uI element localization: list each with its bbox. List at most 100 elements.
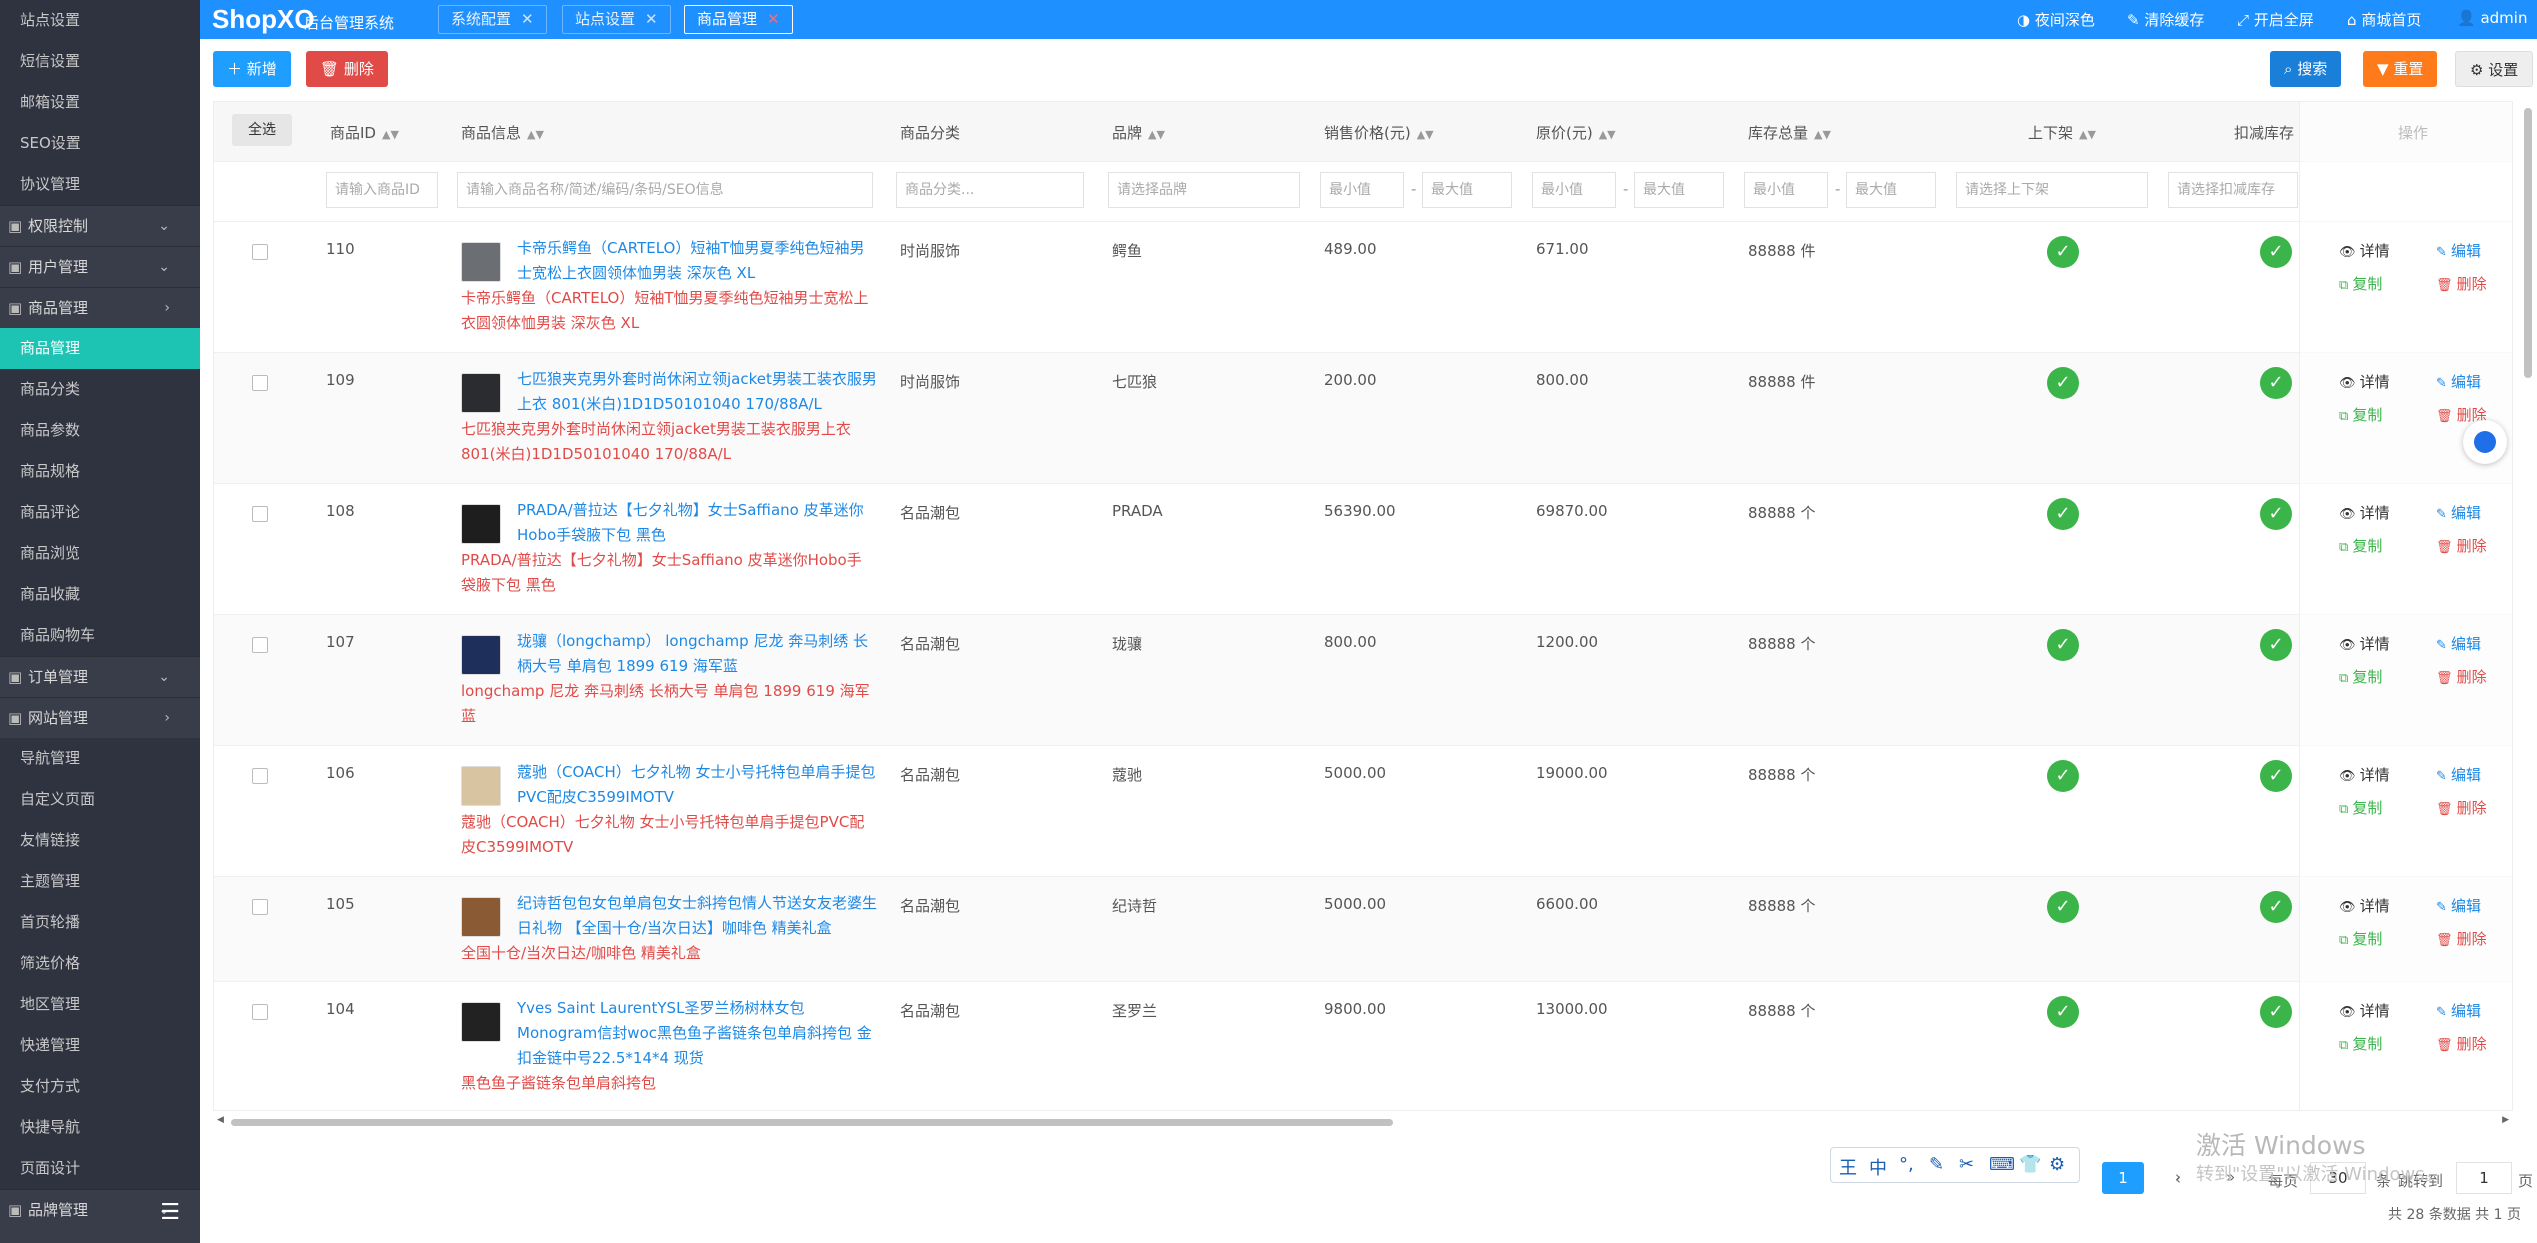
sidebar-group[interactable]: ▣ 用户管理 ⌄ — [0, 246, 200, 287]
skin-icon[interactable]: 👕 — [2019, 1154, 2041, 1175]
row-delete-button[interactable]: 🗑 删除 — [2436, 273, 2487, 294]
sidebar-item[interactable]: 主题管理 — [0, 861, 200, 902]
goods-title-link[interactable]: 七匹狼夹克男外套时尚休闲立领jacket男装工装衣服男上衣 801(米白)1D1… — [517, 367, 877, 417]
copy-button[interactable]: ⧉ 复制 — [2339, 404, 2382, 425]
sidebar-item[interactable]: 首页轮播 — [0, 902, 200, 943]
goods-thumbnail[interactable] — [461, 635, 501, 675]
tab-system-config[interactable]: 系统配置 ✕ — [438, 5, 547, 34]
row-delete-button[interactable]: 🗑 删除 — [2436, 666, 2487, 687]
row-delete-button[interactable]: 🗑 删除 — [2436, 928, 2487, 949]
punctuation-icon[interactable]: °, — [1899, 1154, 1914, 1175]
sidebar-item[interactable]: 商品参数 — [0, 410, 200, 451]
sort-icon[interactable]: ▲▼ — [1599, 128, 1616, 141]
row-checkbox[interactable] — [252, 244, 268, 260]
col-original-price[interactable]: 原价(元) ▲▼ — [1536, 122, 1616, 143]
edit-button[interactable]: ✎ 编辑 — [2436, 895, 2481, 916]
horizontal-scrollbar[interactable]: ◀ ▶ — [213, 1115, 2513, 1127]
sidebar-group[interactable]: ▣ 商品管理 › — [0, 287, 200, 328]
sidebar-item[interactable]: 商品购物车 — [0, 615, 200, 656]
shelf-check-icon[interactable]: ✓ — [2047, 629, 2079, 661]
select-all-button[interactable]: 全选 — [232, 114, 292, 146]
goods-thumbnail[interactable] — [461, 242, 501, 282]
detail-button[interactable]: 👁 详情 — [2339, 240, 2390, 261]
row-checkbox[interactable] — [252, 899, 268, 915]
deduct-check-icon[interactable]: ✓ — [2260, 760, 2292, 792]
chat-float-button[interactable] — [2463, 420, 2507, 464]
detail-button[interactable]: 👁 详情 — [2339, 1000, 2390, 1021]
sidebar-item[interactable]: 商品管理 — [0, 328, 200, 369]
shelf-check-icon[interactable]: ✓ — [2047, 891, 2079, 923]
sidebar-group[interactable]: ▣ 订单管理 ⌄ — [0, 656, 200, 697]
tab-site-settings[interactable]: 站点设置 ✕ — [562, 5, 671, 34]
deduct-check-icon[interactable]: ✓ — [2260, 996, 2292, 1028]
row-delete-button[interactable]: 🗑 删除 — [2436, 797, 2487, 818]
sidebar-item[interactable]: 快递管理 — [0, 1025, 200, 1066]
scrollbar-thumb[interactable] — [231, 1119, 1393, 1126]
ime-toolbar[interactable]: 王中 °, ✎ ✂ ⌨ 👕 ⚙ — [1830, 1147, 2080, 1183]
copy-button[interactable]: ⧉ 复制 — [2339, 1033, 2382, 1054]
sort-icon[interactable]: ▲▼ — [1148, 128, 1165, 141]
menu-toggle-icon[interactable]: ☰ — [160, 1200, 180, 1225]
copy-button[interactable]: ⧉ 复制 — [2339, 797, 2382, 818]
goods-thumbnail[interactable] — [461, 373, 501, 413]
scroll-left-icon[interactable]: ◀ — [217, 1115, 224, 1125]
sidebar-item[interactable]: 商品收藏 — [0, 574, 200, 615]
shelf-check-icon[interactable]: ✓ — [2047, 367, 2079, 399]
col-price[interactable]: 销售价格(元) ▲▼ — [1324, 122, 1434, 143]
copy-button[interactable]: ⧉ 复制 — [2339, 928, 2382, 949]
edit-button[interactable]: ✎ 编辑 — [2436, 1000, 2481, 1021]
add-button[interactable]: ＋ 新增 — [213, 51, 291, 87]
app-logo[interactable]: ShopXO — [212, 4, 315, 35]
row-checkbox[interactable] — [252, 1004, 268, 1020]
sidebar-group[interactable]: ▣ 权限控制 ⌄ — [0, 205, 200, 246]
id-filter-input[interactable]: 请输入商品ID — [326, 172, 438, 208]
price-min-input[interactable]: 最小值 — [1320, 172, 1404, 208]
shelf-check-icon[interactable]: ✓ — [2047, 498, 2079, 530]
sidebar-item[interactable]: SEO设置 — [0, 123, 200, 164]
sidebar-item[interactable]: 商品分类 — [0, 369, 200, 410]
scroll-right-icon[interactable]: ▶ — [2502, 1115, 2509, 1125]
detail-button[interactable]: 👁 详情 — [2339, 502, 2390, 523]
shelf-check-icon[interactable]: ✓ — [2047, 760, 2079, 792]
original-max-input[interactable]: 最大值 — [1634, 172, 1724, 208]
store-home-button[interactable]: ⌂ 商城首页 — [2347, 9, 2421, 30]
sidebar-item[interactable]: 商品浏览 — [0, 533, 200, 574]
col-shelf[interactable]: 上下架 ▲▼ — [2028, 122, 2096, 143]
deduct-check-icon[interactable]: ✓ — [2260, 236, 2292, 268]
stock-max-input[interactable]: 最大值 — [1846, 172, 1936, 208]
deduct-check-icon[interactable]: ✓ — [2260, 367, 2292, 399]
row-checkbox[interactable] — [252, 768, 268, 784]
copy-button[interactable]: ⧉ 复制 — [2339, 273, 2382, 294]
night-mode-button[interactable]: ◑ 夜间深色 — [2017, 9, 2095, 30]
price-max-input[interactable]: 最大值 — [1422, 172, 1512, 208]
goods-title-link[interactable]: 纪诗哲包包女包单肩包女士斜挎包情人节送女友老婆生日礼物 【全国十仓/当次日达】咖… — [517, 891, 877, 941]
col-brand[interactable]: 品牌 ▲▼ — [1112, 122, 1165, 143]
close-icon[interactable]: ✕ — [521, 10, 534, 28]
goods-thumbnail[interactable] — [461, 766, 501, 806]
detail-button[interactable]: 👁 详情 — [2339, 371, 2390, 392]
deduct-check-icon[interactable]: ✓ — [2260, 891, 2292, 923]
copy-button[interactable]: ⧉ 复制 — [2339, 535, 2382, 556]
brand-filter-select[interactable]: 请选择品牌 — [1108, 172, 1300, 208]
sidebar-item[interactable]: 筛选价格 — [0, 943, 200, 984]
sort-icon[interactable]: ▲▼ — [1417, 128, 1434, 141]
keyboard-icon[interactable]: ⌨ — [1989, 1154, 2015, 1175]
row-checkbox[interactable] — [252, 375, 268, 391]
sidebar-item[interactable]: 邮箱设置 — [0, 82, 200, 123]
shelf-filter-select[interactable]: 请选择上下架 — [1956, 172, 2148, 208]
row-delete-button[interactable]: 🗑 删除 — [2436, 1033, 2487, 1054]
user-menu[interactable]: 👤 admin — [2457, 9, 2527, 27]
wang-logo-icon[interactable]: 王 — [1839, 1154, 1857, 1180]
goods-thumbnail[interactable] — [461, 1002, 501, 1042]
tab-goods-management[interactable]: 商品管理 ✕ — [684, 5, 793, 34]
goods-title-link[interactable]: 蔻驰（COACH）七夕礼物 女士小号托特包单肩手提包PVC配皮C3599IMOT… — [517, 760, 877, 810]
sidebar-item[interactable]: 快捷导航 — [0, 1107, 200, 1148]
detail-button[interactable]: 👁 详情 — [2339, 764, 2390, 785]
pen-icon[interactable]: ✎ — [1929, 1154, 1944, 1175]
gear-icon[interactable]: ⚙ — [2049, 1154, 2065, 1175]
copy-button[interactable]: ⧉ 复制 — [2339, 666, 2382, 687]
info-filter-input[interactable]: 请输入商品名称/简述/编码/条码/SEO信息 — [457, 172, 873, 208]
sidebar-item[interactable]: 协议管理 — [0, 164, 200, 205]
goods-title-link[interactable]: Yves Saint LaurentYSL圣罗兰杨树林女包Monogram信封w… — [517, 996, 877, 1071]
sidebar-item[interactable]: 页面设计 — [0, 1148, 200, 1189]
